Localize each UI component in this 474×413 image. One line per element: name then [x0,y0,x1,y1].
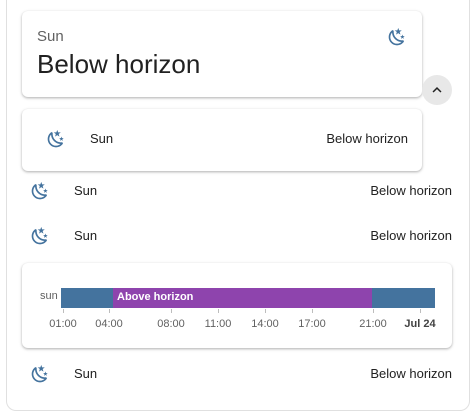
time-axis-tick: 21:00 [359,318,387,330]
weather-night-icon [30,364,50,384]
timeline-segment-label: Above horizon [117,291,194,303]
timeline-segment-below-horizon[interactable] [61,288,113,308]
entity-row[interactable]: Sun Below horizon [30,362,452,386]
chevron-up-icon [432,87,442,93]
weather-night-icon [30,181,50,201]
timeline-series-label: sun [40,290,58,302]
weather-night-icon [46,129,66,149]
entity-row-name: Sun [74,228,98,243]
entity-row-state: Below horizon [370,366,452,381]
entities-card: Sun Below horizon [22,109,422,171]
entity-row[interactable]: Sun Below horizon [30,224,452,248]
entity-name: Sun [37,28,64,45]
entity-row-name: Sun [90,131,114,146]
timeline-segment-below-horizon[interactable] [372,288,435,308]
entity-row-state: Below horizon [326,131,408,146]
time-axis-tick: 17:00 [298,318,326,330]
entity-row-state: Below horizon [370,183,452,198]
time-axis-tick: 11:00 [204,318,232,330]
time-axis-tick: 04:00 [95,318,123,330]
tick-mark [312,309,313,313]
tick-mark [265,309,266,313]
entity-state: Below horizon [37,49,201,79]
entity-row[interactable]: Sun Below horizon [46,127,408,151]
timeline-segment-above-horizon[interactable]: Above horizon [113,288,372,308]
sun-entity-card[interactable]: Sun Below horizon [22,11,422,97]
collapse-button[interactable] [422,75,452,105]
entity-row-name: Sun [74,183,98,198]
tick-mark [218,309,219,313]
tick-mark [109,309,110,313]
time-axis-tick: 08:00 [157,318,185,330]
tick-mark [373,309,374,313]
time-axis-tick-date: Jul 24 [404,318,436,330]
time-axis-tick: 01:00 [49,318,77,330]
entity-row-state: Below horizon [370,228,452,243]
entity-row[interactable]: Sun Below horizon [30,179,452,203]
entity-row-name: Sun [74,366,98,381]
tick-mark [63,309,64,313]
time-axis-tick: 14:00 [251,318,279,330]
weather-night-icon [30,226,50,246]
tick-mark [171,309,172,313]
tick-mark [420,309,421,313]
history-timeline-card: sun Above horizon 01:00 04:00 08:00 11:0… [22,263,452,348]
weather-night-icon [387,27,407,47]
